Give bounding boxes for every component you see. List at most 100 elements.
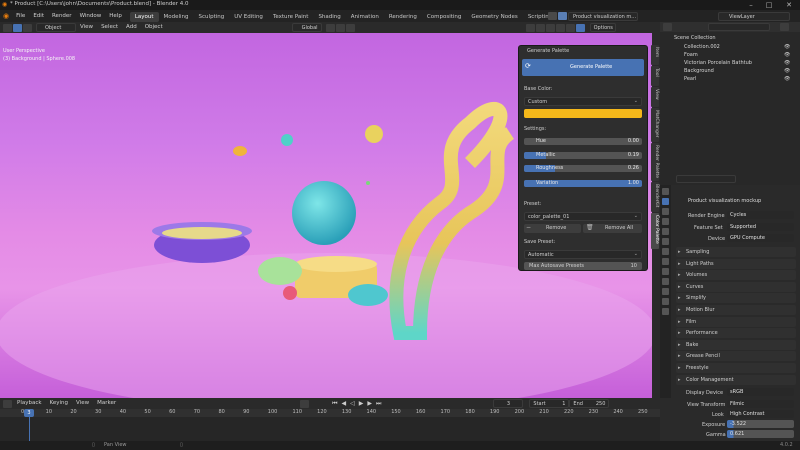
view-transform-dropdown[interactable]: Filmic (727, 400, 794, 408)
feature-set-dropdown[interactable]: Supported (727, 223, 794, 231)
physics-tab-icon[interactable] (662, 268, 669, 275)
sidebar-tab-blenderkit[interactable]: BlenderKit (651, 182, 659, 212)
options-button[interactable]: Options (589, 23, 616, 32)
eye-icon[interactable]: 👁 (784, 75, 790, 83)
eye-icon[interactable]: 👁 (784, 51, 790, 59)
section-light-paths[interactable]: Light Paths (676, 259, 796, 269)
mode-dropdown[interactable]: Object Mode (36, 23, 76, 39)
eye-icon[interactable]: 👁 (784, 43, 790, 51)
workspace-tab-animation[interactable]: Animation (346, 12, 384, 22)
timeline-menu-keying[interactable]: Keying (46, 398, 72, 409)
outliner-row-scene-collection[interactable]: Scene Collection (660, 34, 800, 42)
scene-tab-icon[interactable] (662, 228, 669, 235)
metallic-slider[interactable]: Metallic 0.19 (524, 152, 642, 159)
overlay-icon[interactable] (545, 23, 555, 32)
gamma-slider[interactable]: 0.621 (727, 430, 794, 438)
viewport-menu-object[interactable]: Object (141, 22, 167, 33)
sidebar-tab-matchanger[interactable]: MatChanger (651, 108, 659, 142)
pivot-icon[interactable] (325, 23, 335, 32)
outliner-filter-icon[interactable] (780, 23, 789, 31)
outliner-row-pearl[interactable]: Pearl (660, 75, 800, 83)
section-color-management[interactable]: Color Management (676, 375, 796, 385)
data-tab-icon[interactable] (662, 288, 669, 295)
timeline-menu-marker[interactable]: Marker (93, 398, 120, 409)
outliner-search-input[interactable] (708, 23, 770, 31)
workspace-tab-modeling[interactable]: Modeling (159, 12, 194, 22)
remove-all-button[interactable]: 🗑 Remove All (583, 224, 642, 233)
section-performance[interactable]: Performance (676, 328, 796, 338)
render-tab-icon[interactable] (662, 198, 669, 205)
look-dropdown[interactable]: High Contrast (727, 410, 794, 418)
menu-help[interactable]: Help (105, 10, 126, 22)
view-layer-tab-icon[interactable] (662, 218, 669, 225)
workspace-tab-layout[interactable]: Layout (129, 11, 159, 22)
prev-key-icon[interactable]: ◀ (340, 400, 349, 407)
tool-tab-icon[interactable] (662, 188, 669, 195)
exposure-slider[interactable]: -3.522 (727, 420, 794, 428)
workspace-tab-shading[interactable]: Shading (313, 12, 345, 22)
save-preset-dropdown[interactable]: Automatic ⌄ (524, 250, 642, 259)
next-key-icon[interactable]: ▶ (365, 400, 374, 407)
outliner-editor-icon[interactable] (663, 23, 672, 31)
base-color-dropdown[interactable]: Custom ⌄ (524, 97, 642, 106)
viewport-menu-add[interactable]: Add (122, 22, 141, 33)
section-curves[interactable]: Curves (676, 282, 796, 292)
play-reverse-icon[interactable]: ◁ (348, 400, 357, 407)
play-icon[interactable]: ▶ (357, 400, 366, 407)
start-frame-field[interactable]: Start 1 (529, 399, 570, 408)
jump-start-icon[interactable]: ⏮ (330, 400, 339, 408)
max-autosave-field[interactable]: Max Autosave Presets 10 (524, 262, 642, 270)
viewport-menu-select[interactable]: Select (97, 22, 122, 33)
section-sampling[interactable]: Sampling (676, 247, 796, 257)
timeline-menu-view[interactable]: View (72, 398, 93, 409)
end-frame-field[interactable]: End 250 (569, 399, 610, 408)
section-grease-pencil[interactable]: Grease Pencil (676, 351, 796, 361)
eye-icon[interactable]: 👁 (784, 67, 790, 75)
variation-slider[interactable]: Variation 1.00 (524, 180, 642, 187)
section-motion-blur[interactable]: Motion Blur (676, 305, 796, 315)
gizmo-icon[interactable] (535, 23, 545, 32)
material-tab-icon[interactable] (662, 298, 669, 305)
maximize-icon[interactable]: □ (762, 0, 776, 10)
section-volumes[interactable]: Volumes (676, 270, 796, 280)
base-color-swatch[interactable] (524, 109, 642, 118)
outliner-row-bathtub[interactable]: Victorian Porcelain Bathtub (660, 59, 800, 67)
remove-button[interactable]: − Remove (524, 224, 581, 233)
outliner-row-background[interactable]: Background (660, 67, 800, 75)
workspace-tab-compositing[interactable]: Compositing (422, 12, 466, 22)
filter-icon[interactable] (558, 12, 567, 20)
workspace-tab-sculpting[interactable]: Sculpting (194, 12, 230, 22)
section-bake[interactable]: Bake (676, 340, 796, 350)
orientation-dropdown[interactable]: Global (291, 23, 322, 32)
viewlayer-field[interactable]: ViewLayer (718, 11, 790, 21)
display-device-dropdown[interactable]: sRGB (727, 388, 794, 396)
sidebar-tab-render-palette[interactable]: Render Palette (651, 143, 659, 181)
hue-slider[interactable]: Hue 0.00 (524, 138, 642, 145)
timeline-menu-playback[interactable]: Playback (13, 398, 46, 409)
modifier-tab-icon[interactable] (662, 258, 669, 265)
section-film[interactable]: Film (676, 317, 796, 327)
device-dropdown[interactable]: GPU Compute (727, 234, 794, 242)
preset-dropdown[interactable]: color_palette_01 ⌄ (524, 212, 642, 221)
roughness-slider[interactable]: Roughness 0.26 (524, 165, 642, 172)
scene-field[interactable]: Product visualization m... (568, 11, 638, 21)
sidebar-tab-item[interactable]: Item (651, 45, 659, 65)
outliner-row-collection-002[interactable]: Collection.002 (660, 43, 800, 51)
workspace-tab-geometry-nodes[interactable]: Geometry Nodes (466, 12, 522, 22)
section-freestyle[interactable]: Freestyle (676, 363, 796, 373)
workspace-tab-uv-editing[interactable]: UV Editing (229, 12, 268, 22)
generate-palette-button[interactable]: ⟳ Generate Palette (522, 59, 644, 76)
blender-menu-icon[interactable]: ◉ (0, 12, 12, 20)
current-frame-field[interactable]: 3 (493, 399, 524, 408)
render-engine-dropdown[interactable]: Cycles (727, 211, 794, 219)
playhead[interactable]: 3 (24, 409, 34, 417)
menu-render[interactable]: Render (48, 10, 76, 22)
properties-search-input[interactable] (676, 175, 736, 183)
workspace-tab-rendering[interactable]: Rendering (384, 12, 422, 22)
minimize-icon[interactable]: – (744, 0, 758, 10)
viewport-menu-view[interactable]: View (76, 22, 97, 33)
workspace-tab-texture-paint[interactable]: Texture Paint (268, 12, 314, 22)
eye-icon[interactable]: 👁 (784, 59, 790, 67)
sidebar-tab-color-palette[interactable]: Color Palette (651, 213, 659, 249)
shading-solid-icon[interactable] (565, 23, 575, 32)
